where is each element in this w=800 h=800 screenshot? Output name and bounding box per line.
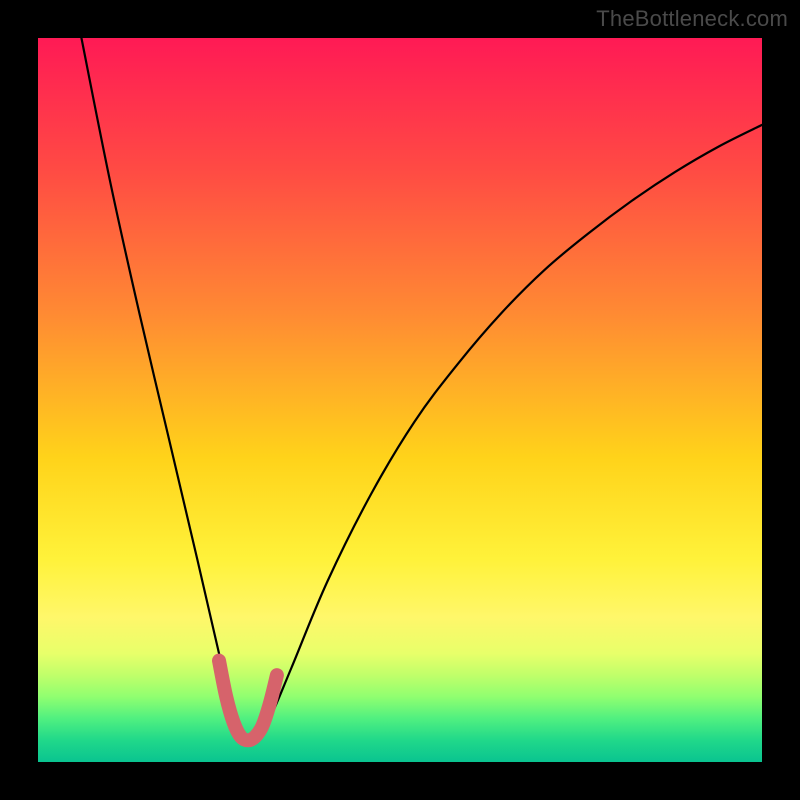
- watermark-text: TheBottleneck.com: [596, 6, 788, 32]
- trough-marker-path: [219, 661, 277, 741]
- chart-svg: [38, 38, 762, 762]
- bottleneck-curve-path: [81, 38, 762, 744]
- chart-plot-area: [38, 38, 762, 762]
- chart-frame: TheBottleneck.com: [0, 0, 800, 800]
